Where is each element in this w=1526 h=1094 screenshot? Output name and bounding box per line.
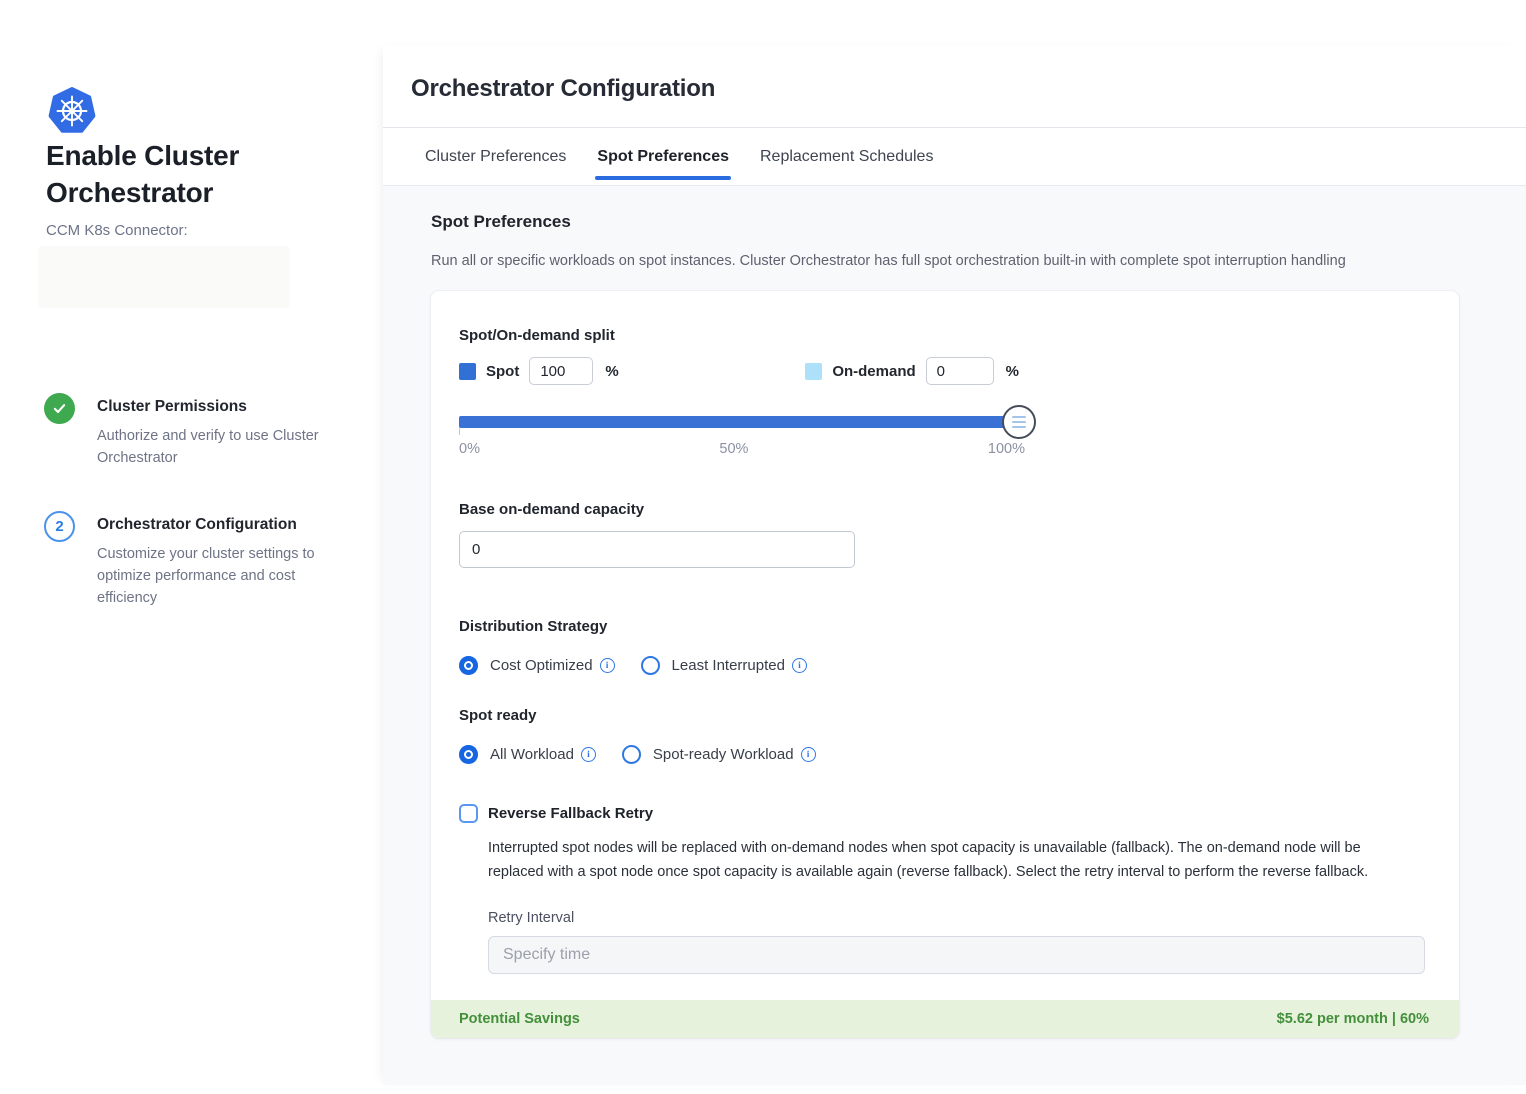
tab-content: Spot Preferences Run all or specific wor… [383,186,1526,1085]
radio-all-workload[interactable] [459,745,478,764]
tab-replacement-schedules[interactable]: Replacement Schedules [758,128,935,186]
potential-savings-bar: Potential Savings $5.62 per month | 60% [431,1000,1459,1038]
radio-label: Least Interrupted [672,657,785,674]
radio-least-interrupted[interactable] [641,656,660,675]
connector-value-placeholder [38,246,290,308]
page-title: Orchestrator Configuration [411,75,1526,103]
radio-spot-ready-workload[interactable] [622,745,641,764]
ondemand-color-swatch [805,363,822,380]
spot-ready-label: Spot ready [459,707,1431,724]
ondemand-label: On-demand [832,363,915,380]
retry-interval-label: Retry Interval [488,910,1431,926]
radio-label: Spot-ready Workload [653,746,794,763]
sidebar: Enable Cluster Orchestrator CCM K8s Conn… [0,0,383,1094]
wizard-title: Enable Cluster Orchestrator [46,138,326,212]
tick-50: 50% [480,441,988,457]
radio-cost-optimized[interactable] [459,656,478,675]
info-icon[interactable]: i [801,747,816,762]
connector-label: CCM K8s Connector: [46,222,188,239]
base-capacity-label: Base on-demand capacity [459,501,1431,518]
split-slider[interactable] [459,415,1019,429]
step-complete-check-icon [44,393,75,424]
info-icon[interactable]: i [581,747,596,762]
spot-percent-sign: % [605,363,618,380]
slider-handle-icon[interactable] [1002,405,1036,439]
spot-percent-input[interactable] [529,357,593,385]
section-description: Run all or specific workloads on spot in… [431,253,1526,269]
info-icon[interactable]: i [600,658,615,673]
reverse-fallback-label: Reverse Fallback Retry [488,805,653,822]
spot-label: Spot [486,363,519,380]
slider-tick-0 [459,428,460,435]
step-label: Orchestrator Configuration [97,511,354,534]
kubernetes-icon [47,86,97,134]
step-description: Customize your cluster settings to optim… [97,544,354,609]
slider-fill [459,416,1019,428]
tab-spot-preferences[interactable]: Spot Preferences [595,128,731,186]
retry-interval-input[interactable] [488,936,1425,974]
main-panel: Orchestrator Configuration Cluster Prefe… [383,45,1526,1085]
spot-ready-options: All Workload i Spot-ready Workload i [459,745,1431,764]
step-description: Authorize and verify to use Cluster Orch… [97,426,354,470]
spot-preferences-card: Spot/On-demand split Spot % On-demand % [431,291,1459,1038]
reverse-fallback-row: Reverse Fallback Retry [459,804,1431,823]
main-header: Orchestrator Configuration [383,45,1526,128]
step-cluster-permissions[interactable]: Cluster Permissions Authorize and verify… [44,393,354,470]
split-inputs-row: Spot % On-demand % [459,357,1019,385]
section-title: Spot Preferences [431,212,1526,232]
tab-bar: Cluster Preferences Spot Preferences Rep… [383,128,1526,186]
potential-savings-label: Potential Savings [459,1011,580,1027]
tab-cluster-preferences[interactable]: Cluster Preferences [423,128,568,186]
step-label: Cluster Permissions [97,393,354,416]
step-orchestrator-configuration[interactable]: 2 Orchestrator Configuration Customize y… [44,511,354,609]
ondemand-percent-sign: % [1006,363,1019,380]
distribution-strategy-label: Distribution Strategy [459,618,1431,635]
radio-label: All Workload [490,746,574,763]
reverse-fallback-checkbox[interactable] [459,804,478,823]
step-number-badge: 2 [44,511,75,542]
base-capacity-input[interactable] [459,531,855,568]
split-title: Spot/On-demand split [459,327,1431,344]
reverse-fallback-description: Interrupted spot nodes will be replaced … [488,836,1418,884]
distribution-strategy-options: Cost Optimized i Least Interrupted i [459,656,1431,675]
radio-label: Cost Optimized [490,657,593,674]
tick-0: 0% [459,441,480,457]
ondemand-percent-input[interactable] [926,357,994,385]
spot-color-swatch [459,363,476,380]
info-icon[interactable]: i [792,658,807,673]
slider-tick-labels: 0% 50% 100% [459,441,1025,457]
tick-100: 100% [988,441,1025,457]
potential-savings-value: $5.62 per month | 60% [1277,1011,1429,1027]
